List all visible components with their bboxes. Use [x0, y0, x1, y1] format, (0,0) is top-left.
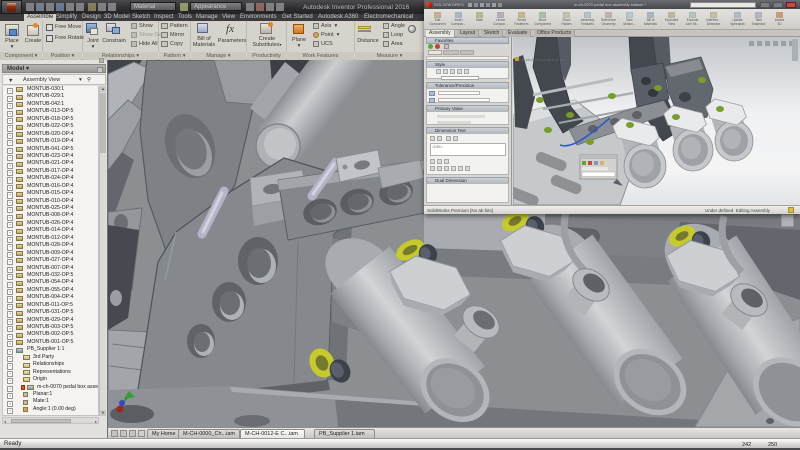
svg-text:m-ch-0070 pedal box ass: m-ch-0070 pedal box ass — [521, 57, 566, 62]
